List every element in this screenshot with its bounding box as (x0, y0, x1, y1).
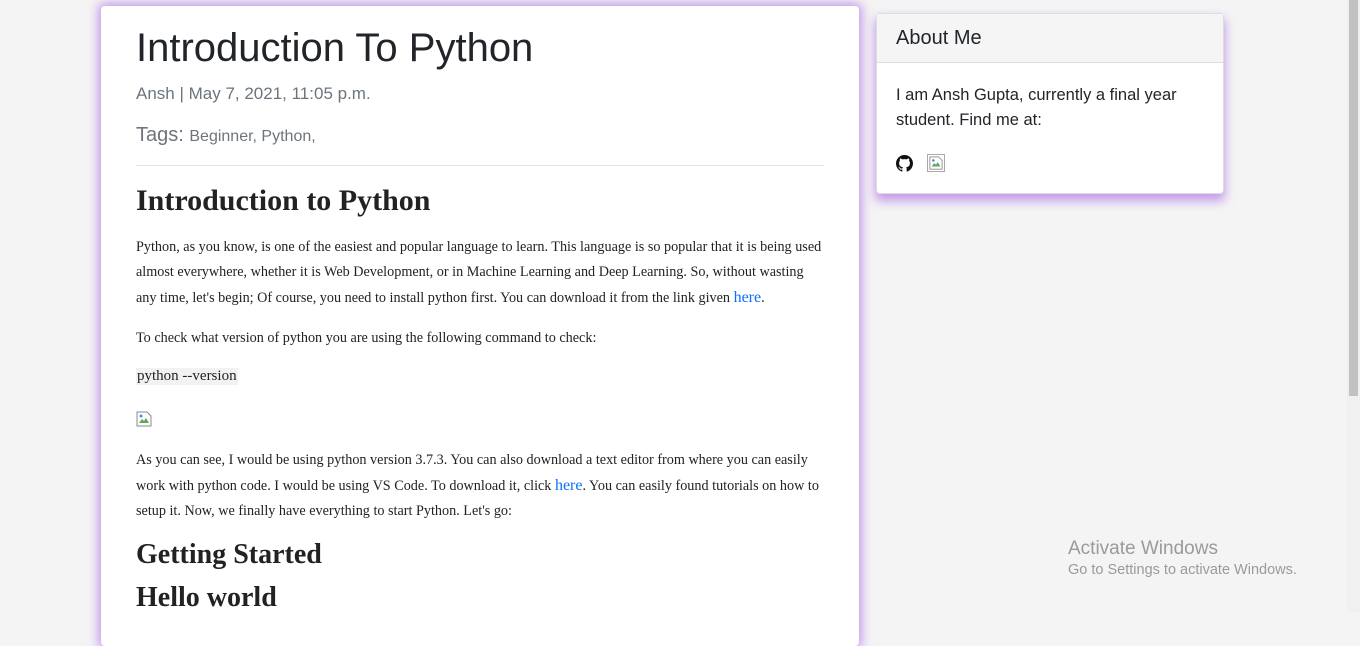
windows-activation-watermark: Activate Windows Go to Settings to activ… (1068, 538, 1297, 578)
paragraph-text: Python, as you know, is one of the easie… (136, 239, 822, 306)
github-icon[interactable] (896, 154, 913, 172)
watermark-title: Activate Windows (1068, 538, 1218, 559)
article-paragraph-1: Python, as you know, is one of the easie… (136, 235, 824, 311)
broken-image-icon (136, 411, 152, 427)
divider (136, 165, 824, 166)
code-snippet: python --version (136, 368, 238, 385)
post-tags: Tags: Beginner, Python, (136, 124, 316, 147)
section-heading-getting-started: Getting Started (136, 539, 322, 570)
about-card: About Me I am Ansh Gupta, currently a fi… (876, 13, 1224, 194)
download-vscode-link[interactable]: here (555, 477, 583, 494)
post-meta: Ansh | May 7, 2021, 11:05 p.m. (136, 84, 371, 103)
broken-image-icon (929, 156, 943, 170)
social-image-icon[interactable] (927, 154, 945, 172)
post-card: Introduction To Python Ansh | May 7, 202… (101, 6, 859, 646)
download-python-link[interactable]: here (734, 289, 762, 306)
watermark-subtitle: Go to Settings to activate Windows. (1068, 562, 1297, 578)
page-scrollbar[interactable] (1347, 0, 1360, 612)
article-heading: Introduction to Python (136, 184, 431, 217)
tags-label: Tags: (136, 124, 184, 146)
social-links (896, 154, 945, 172)
tag-list[interactable]: Beginner, Python, (189, 128, 315, 145)
scrollbar-thumb[interactable] (1349, 0, 1358, 396)
about-title: About Me (877, 14, 1223, 63)
paragraph-text: . (761, 290, 765, 306)
article-paragraph-3: As you can see, I would be using python … (136, 448, 824, 524)
section-heading-hello-world: Hello world (136, 582, 277, 613)
post-title: Introduction To Python (136, 26, 534, 70)
article-paragraph-2: To check what version of python you are … (136, 330, 597, 346)
about-body: I am Ansh Gupta, currently a final year … (896, 86, 1177, 129)
